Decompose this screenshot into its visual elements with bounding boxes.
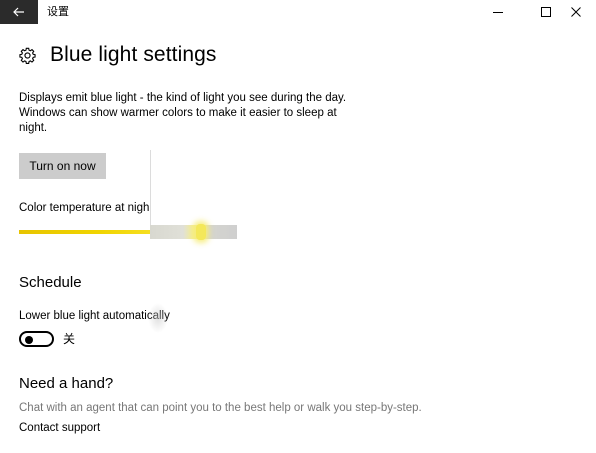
toggle-state-label: 关: [63, 332, 76, 346]
cursor-smudge: [148, 303, 168, 333]
slider-track-remainder: [150, 225, 237, 239]
minimize-button[interactable]: [475, 0, 521, 24]
help-description: Chat with an agent that can point you to…: [19, 402, 422, 414]
back-button[interactable]: [0, 0, 38, 24]
minimize-icon: [493, 12, 503, 13]
back-arrow-icon: [13, 7, 24, 17]
page-header: Blue light settings: [19, 42, 217, 68]
slider-track: [19, 230, 150, 234]
contact-support-link[interactable]: Contact support: [19, 421, 100, 436]
divider-line: [150, 150, 151, 230]
color-temperature-label: Color temperature at nigh: [19, 202, 150, 214]
maximize-icon: [541, 7, 551, 17]
close-button[interactable]: [553, 0, 596, 24]
color-temperature-slider[interactable]: [19, 224, 237, 240]
turn-on-now-button[interactable]: Turn on now: [19, 153, 106, 179]
slider-thumb[interactable]: [196, 224, 206, 240]
lower-blue-light-toggle[interactable]: [19, 331, 54, 347]
close-icon: [571, 7, 581, 17]
settings-window: 设置 Blue light settings Displays emit blu…: [0, 0, 596, 453]
title-bar: 设置: [0, 0, 596, 24]
gear-icon: [19, 47, 36, 64]
schedule-heading: Schedule: [19, 274, 82, 291]
help-heading: Need a hand?: [19, 375, 114, 392]
app-title: 设置: [47, 6, 69, 18]
page-description: Displays emit blue light - the kind of l…: [19, 92, 347, 134]
toggle-knob: [25, 336, 33, 344]
page-title: Blue light settings: [50, 43, 217, 66]
